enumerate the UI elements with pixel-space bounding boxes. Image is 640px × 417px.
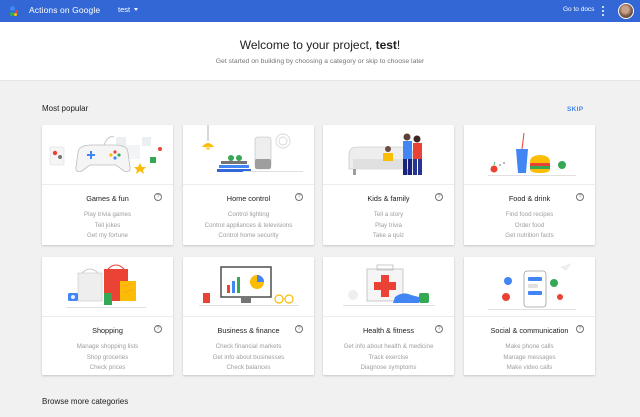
smart-home-illustration [183, 125, 314, 185]
card-example: Control home security [218, 232, 279, 240]
card-examples: Play trivia games Tell jokes Get my fort… [42, 210, 173, 242]
category-card-shopping[interactable]: Shopping ? Manage shopping lists Shop gr… [42, 257, 173, 375]
welcome-header: Welcome to your project, test! Get start… [0, 22, 640, 81]
help-icon[interactable]: ? [576, 193, 584, 201]
help-icon[interactable]: ? [295, 325, 303, 333]
app-title[interactable]: Actions on Google [29, 5, 100, 15]
section-title-most-popular: Most popular [42, 104, 89, 113]
help-icon[interactable]: ? [435, 325, 443, 333]
category-card-games-fun[interactable]: Games & fun ? Play trivia games Tell jok… [42, 125, 173, 245]
category-card-health-fitness[interactable]: Health & fitness ? Get info about health… [323, 257, 454, 375]
card-example: Track exercise [368, 353, 409, 361]
skip-button[interactable]: SKIP [567, 106, 583, 113]
go-to-docs-link[interactable]: Go to docs [563, 6, 594, 13]
card-example: Tell jokes [94, 221, 121, 229]
card-example: Check financial markets [215, 343, 282, 350]
top-app-bar: Actions on Google test Go to docs [0, 0, 640, 22]
help-icon[interactable]: ? [154, 193, 162, 201]
category-card-home-control[interactable]: Home control ? Control lighting Control … [183, 125, 314, 245]
card-example: Get my fortune [87, 232, 128, 240]
welcome-subtitle: Get started on building by choosing a ca… [215, 58, 425, 65]
card-example: Play trivia [375, 221, 402, 229]
shopping-bags-illustration [42, 257, 173, 317]
gamepad-illustration [42, 125, 173, 185]
card-example: Take a quiz [372, 232, 405, 240]
card-example: Shop groceries [86, 353, 129, 361]
category-card-food-drink[interactable]: Food & drink ? Find food recipes Order f… [464, 125, 595, 245]
food-illustration [464, 125, 595, 185]
welcome-title: Welcome to your project, test! [239, 38, 401, 52]
family-illustration [323, 125, 454, 185]
card-example: Order food [514, 221, 545, 229]
card-example: Manage messages [503, 353, 556, 361]
card-example: Tell a story [373, 211, 404, 218]
card-examples: Manage shopping lists Shop groceries Che… [42, 342, 173, 374]
dropdown-caret-icon [134, 8, 139, 11]
card-example: Manage shopping lists [76, 343, 139, 350]
card-example: Make phone calls [505, 343, 554, 350]
card-example: Control lighting [227, 211, 270, 218]
card-examples: Control lighting Control appliances & te… [183, 210, 314, 242]
health-illustration [323, 257, 454, 317]
account-avatar[interactable] [618, 3, 634, 19]
help-icon[interactable]: ? [435, 193, 443, 201]
card-example: Play trivia games [83, 211, 132, 218]
more-options-icon[interactable] [600, 5, 606, 17]
card-example: Check balances [226, 364, 271, 372]
project-selector[interactable]: test [118, 5, 139, 14]
card-example: Get nutrition facts [505, 232, 554, 240]
help-icon[interactable]: ? [154, 325, 162, 333]
card-examples: Tell a story Play trivia Take a quiz [323, 210, 454, 242]
category-card-kids-family[interactable]: Kids & family ? Tell a story Play trivia… [323, 125, 454, 245]
project-name: test [118, 5, 131, 14]
help-icon[interactable]: ? [295, 193, 303, 201]
category-card-business-finance[interactable]: Business & finance ? Check financial mar… [183, 257, 314, 375]
social-illustration [464, 257, 595, 317]
card-example: Check prices [89, 364, 126, 372]
card-example: Get info about businesses [212, 353, 285, 361]
help-icon[interactable]: ? [576, 325, 584, 333]
section-title-browse-more: Browse more categories [42, 397, 129, 406]
card-example: Make video calls [506, 364, 553, 372]
business-illustration [183, 257, 314, 317]
card-examples: Make phone calls Manage messages Make vi… [464, 342, 595, 374]
category-card-social-communication[interactable]: Social & communication ? Make phone call… [464, 257, 595, 375]
card-example: Find food recipes [505, 211, 554, 218]
card-example: Get info about health & medicine [343, 343, 434, 350]
card-example: Diagnose symptoms [360, 364, 417, 372]
card-examples: Find food recipes Order food Get nutriti… [464, 210, 595, 242]
google-assistant-logo-icon[interactable] [10, 6, 20, 16]
card-example: Control appliances & televisions [204, 221, 293, 229]
card-examples: Get info about health & medicine Track e… [323, 342, 454, 374]
card-examples: Check financial markets Get info about b… [183, 342, 314, 374]
